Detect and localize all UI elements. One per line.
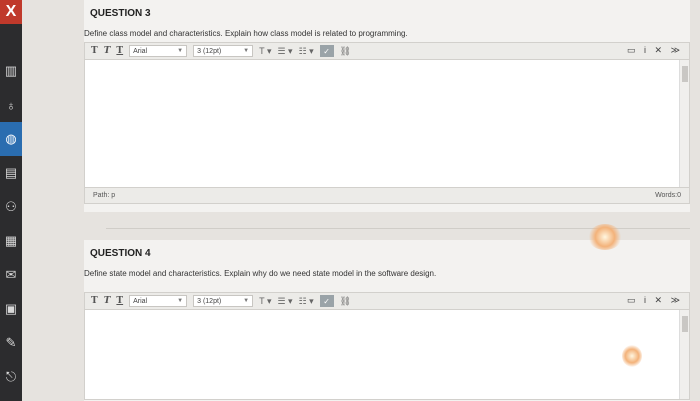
- scrollbar-thumb[interactable]: [682, 316, 688, 332]
- link-icon[interactable]: ⛓: [340, 296, 351, 307]
- answer-editor[interactable]: [84, 60, 690, 188]
- chevron-down-icon: ▼: [243, 298, 250, 304]
- chevron-down-icon: ▼: [243, 48, 250, 54]
- italic-button[interactable]: T: [104, 46, 111, 56]
- underline-button[interactable]: T: [116, 296, 123, 306]
- left-sidebar: X ▥ ♁ ◍ ▤ ⚇ ▦ ✉ ▣ ✎ ⎋: [0, 0, 22, 401]
- calendar-icon[interactable]: ▤: [0, 156, 22, 190]
- editor-statusbar: Path: p Words:0: [84, 188, 690, 204]
- editor-scrollbar[interactable]: [679, 310, 689, 399]
- numbered-list-icon[interactable]: ☷ ▾: [299, 296, 314, 307]
- font-select-value: Arial: [133, 47, 148, 55]
- underline-button[interactable]: T: [116, 46, 123, 56]
- question-text: Define state model and characteristics. …: [84, 269, 437, 278]
- spellcheck-icon[interactable]: ✓: [319, 295, 334, 307]
- question-3-card: QUESTION 3 Define class model and charac…: [84, 0, 690, 212]
- question-title: QUESTION 3: [90, 8, 151, 19]
- bold-button[interactable]: T: [91, 46, 98, 56]
- word-count: Words:0: [655, 192, 681, 199]
- numbered-list-icon[interactable]: ☷ ▾: [299, 46, 314, 57]
- text-color-icon[interactable]: T ▾: [259, 296, 271, 307]
- font-select[interactable]: Arial ▼: [129, 295, 188, 307]
- answer-editor[interactable]: [84, 310, 690, 400]
- editor-toolbar: T T T Arial ▼ 3 (12pt) ▼ T ▾ ☰ ▾ ☷ ▾ ✓ ⛓…: [84, 292, 690, 310]
- mail-icon[interactable]: ✉: [0, 258, 22, 292]
- spellcheck-icon[interactable]: ✓: [319, 45, 334, 57]
- font-select-value: Arial: [133, 297, 148, 305]
- grid-icon[interactable]: ▦: [0, 224, 22, 258]
- document-icon[interactable]: ▣: [0, 292, 22, 326]
- globe-icon[interactable]: ◍: [0, 122, 22, 156]
- bullet-list-icon[interactable]: ☰ ▾: [277, 46, 292, 57]
- bold-button[interactable]: T: [91, 296, 98, 306]
- question-4-card: QUESTION 4 Define state model and charac…: [84, 240, 690, 401]
- bank-icon[interactable]: ▥: [0, 54, 22, 88]
- editor-actions[interactable]: ▭ i ✕ ≫: [627, 295, 683, 306]
- editor-actions[interactable]: ▭ i ✕ ≫: [627, 45, 683, 56]
- chevron-down-icon: ▼: [177, 48, 184, 54]
- question-text: Define class model and characteristics. …: [84, 29, 408, 38]
- editor-toolbar: T T T Arial ▼ 3 (12pt) ▼ T ▾ ☰ ▾ ☷ ▾ ✓ ⛓…: [84, 42, 690, 60]
- path-label: Path: p: [93, 192, 116, 199]
- size-select[interactable]: 3 (12pt) ▼: [193, 45, 254, 57]
- group-icon[interactable]: ⚇: [0, 190, 22, 224]
- main-content: QUESTION 3 Define class model and charac…: [22, 0, 700, 401]
- screen-glare: [622, 345, 642, 367]
- edit-icon[interactable]: ✎: [0, 326, 22, 360]
- scrollbar-thumb[interactable]: [682, 66, 688, 82]
- close-button[interactable]: X: [0, 0, 22, 24]
- size-select-value: 3 (12pt): [197, 297, 222, 305]
- bullet-list-icon[interactable]: ☰ ▾: [277, 296, 292, 307]
- italic-button[interactable]: T: [104, 296, 111, 306]
- editor-scrollbar[interactable]: [679, 60, 689, 187]
- font-select[interactable]: Arial ▼: [129, 45, 188, 57]
- link-icon[interactable]: ⛓: [340, 46, 351, 57]
- size-select-value: 3 (12pt): [197, 47, 222, 55]
- chevron-down-icon: ▼: [177, 298, 184, 304]
- size-select[interactable]: 3 (12pt) ▼: [193, 295, 254, 307]
- logout-icon[interactable]: ⎋: [0, 360, 22, 394]
- users-icon[interactable]: ♁: [0, 88, 22, 122]
- text-color-icon[interactable]: T ▾: [259, 46, 271, 57]
- screen-glare: [588, 224, 622, 250]
